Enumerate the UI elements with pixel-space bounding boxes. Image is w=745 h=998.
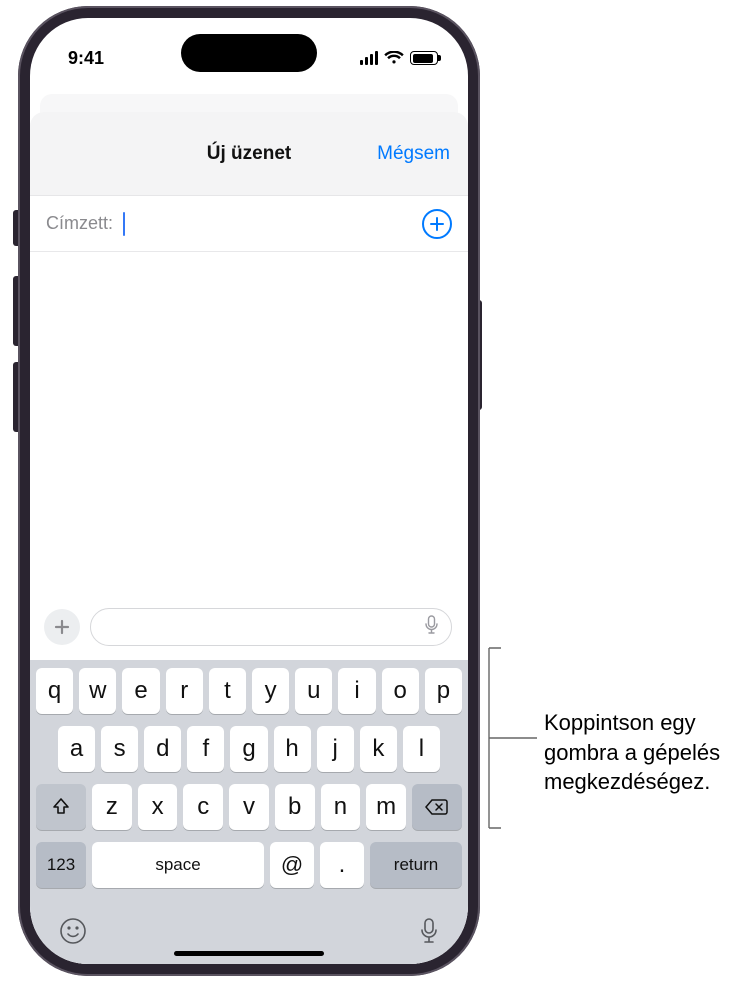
key-y[interactable]: y [252,668,289,714]
status-icons [360,51,438,65]
key-k[interactable]: k [360,726,397,772]
key-s[interactable]: s [101,726,138,772]
key-t[interactable]: t [209,668,246,714]
dot-key[interactable]: . [320,842,364,888]
recipient-row[interactable]: Címzett: [30,196,468,252]
callout-bracket [488,646,542,830]
keyboard: q w e r t y u i o p a s d [30,660,468,908]
key-o[interactable]: o [382,668,419,714]
keyboard-row-2: a s d f g h j k l [36,726,462,772]
status-time: 9:41 [68,48,104,69]
dictation-icon[interactable] [424,615,439,640]
key-r[interactable]: r [166,668,203,714]
wifi-icon [384,51,404,65]
key-f[interactable]: f [187,726,224,772]
shift-key[interactable] [36,784,86,830]
key-l[interactable]: l [403,726,440,772]
attach-button[interactable] [44,609,80,645]
key-a[interactable]: a [58,726,95,772]
key-i[interactable]: i [338,668,375,714]
numeric-key[interactable]: 123 [36,842,86,888]
key-q[interactable]: q [36,668,73,714]
key-p[interactable]: p [425,668,462,714]
new-message-modal: Új üzenet Mégsem Címzett: [30,112,468,964]
backspace-icon [424,797,450,817]
home-indicator[interactable] [174,951,324,956]
key-j[interactable]: j [317,726,354,772]
keyboard-row-4: 123 space @ . return [36,842,462,888]
annotation-text: Koppintson egy gombra a gépelés megkezdé… [544,708,734,797]
key-g[interactable]: g [230,726,267,772]
key-h[interactable]: h [274,726,311,772]
plus-icon [53,618,71,636]
text-cursor [123,212,125,236]
key-b[interactable]: b [275,784,315,830]
return-key[interactable]: return [370,842,462,888]
phone-frame: 9:41 Új üzenet Mégsem [18,6,480,976]
cancel-button[interactable]: Mégsem [377,143,450,165]
key-w[interactable]: w [79,668,116,714]
recipient-label: Címzett: [46,213,113,234]
phone-screen: 9:41 Új üzenet Mégsem [30,18,468,964]
key-v[interactable]: v [229,784,269,830]
key-d[interactable]: d [144,726,181,772]
at-key[interactable]: @ [270,842,314,888]
space-key[interactable]: space [92,842,264,888]
dictation-button[interactable] [418,916,440,951]
key-x[interactable]: x [138,784,178,830]
key-c[interactable]: c [183,784,223,830]
modal-title: Új üzenet [207,143,291,165]
shift-icon [50,796,72,818]
backspace-key[interactable] [412,784,462,830]
keyboard-row-1: q w e r t y u i o p [36,668,462,714]
key-m[interactable]: m [366,784,406,830]
figure-stage: 9:41 Új üzenet Mégsem [0,0,745,998]
key-n[interactable]: n [321,784,361,830]
microphone-icon [418,916,440,946]
cellular-icon [360,51,378,65]
emoji-button[interactable] [58,916,88,951]
key-e[interactable]: e [122,668,159,714]
add-contact-button[interactable] [422,209,452,239]
emoji-icon [58,916,88,946]
keyboard-row-3: z x c v b n m [36,784,462,830]
dynamic-island [181,34,317,72]
message-body-area[interactable] [30,252,468,600]
battery-icon [410,51,438,65]
message-input[interactable] [90,608,452,646]
key-u[interactable]: u [295,668,332,714]
compose-row [30,600,468,660]
modal-header: Új üzenet Mégsem [30,112,468,196]
key-z[interactable]: z [92,784,132,830]
